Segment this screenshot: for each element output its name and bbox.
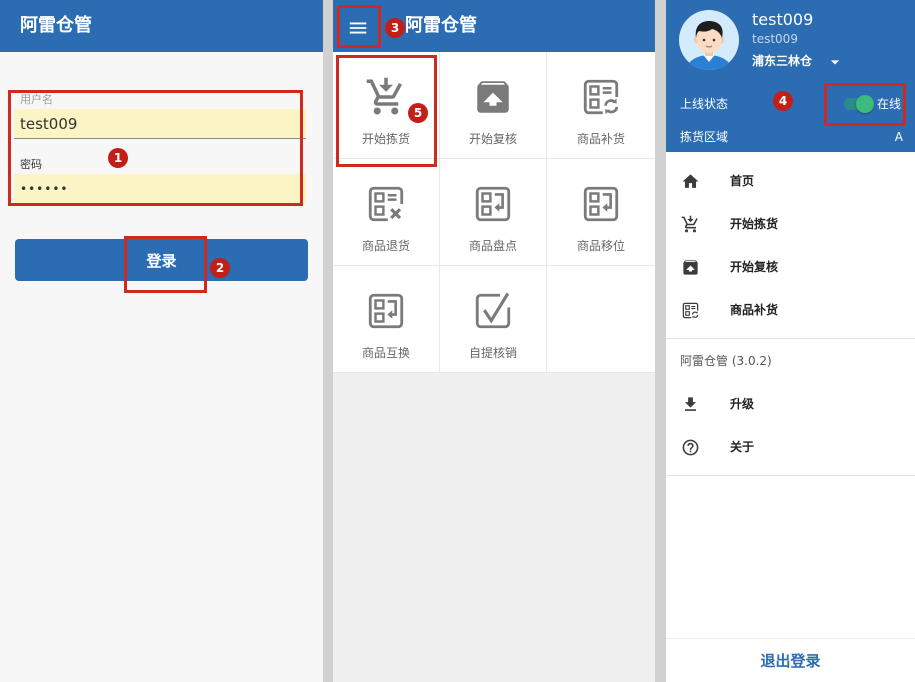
tile-label: 开始复核 (468, 132, 517, 146)
username-input[interactable]: test009 (14, 109, 306, 139)
tile-label: 商品移位 (576, 239, 625, 253)
cart-download-icon (681, 215, 700, 234)
drawer-item-label: 开始复核 (730, 260, 779, 274)
password-input[interactable]: •••••• (14, 174, 306, 204)
tile-swap[interactable]: 商品互换 (333, 266, 440, 373)
online-status-label: 上线状态 (680, 97, 729, 111)
password-label: 密码 (20, 158, 42, 171)
app-title: 阿雷仓管 (405, 15, 477, 36)
step-badge-2: 2 (210, 258, 230, 278)
tile-label: 商品补货 (576, 132, 625, 146)
navigation-drawer: test009 test009 浦东三林仓 上线状态 在线 拣货区域 A 首页 … (666, 0, 915, 682)
online-status-value: 在线 (877, 97, 902, 111)
drawer-item-replenish[interactable]: 商品补货 (666, 289, 915, 332)
drawer-header: test009 test009 浦东三林仓 上线状态 在线 拣货区域 A (666, 0, 915, 152)
login-button[interactable]: 登录 (15, 239, 308, 281)
user-avatar[interactable] (679, 10, 739, 70)
user-avatar-icon (679, 10, 739, 70)
drawer-item-about[interactable]: 关于 (666, 426, 915, 469)
drawer-item-label: 关于 (730, 440, 755, 454)
step-badge-4: 4 (773, 91, 793, 111)
username-label: 用户名 (20, 93, 53, 106)
step-badge-5: 5 (408, 103, 428, 123)
drawer-item-home[interactable]: 首页 (666, 160, 915, 203)
tile-empty (547, 266, 655, 373)
document-refresh-icon (681, 301, 700, 320)
document-refresh-icon (580, 76, 622, 118)
help-circle-icon (681, 438, 700, 457)
tile-stocktake[interactable]: 商品盘点 (440, 159, 547, 266)
drawer-item-label: 商品补货 (730, 303, 779, 317)
login-screen: 阿雷仓管 用户名 test009 密码 •••••• 登录 1 2 (0, 0, 323, 682)
online-toggle[interactable] (844, 94, 874, 114)
document-cancel-icon (365, 183, 407, 225)
tile-return-goods[interactable]: 商品退货 (333, 159, 440, 266)
logout-label: 退出登录 (760, 652, 821, 670)
tile-start-review[interactable]: 开始复核 (440, 52, 547, 159)
toggle-knob (856, 95, 874, 113)
unarchive-box-icon (472, 76, 514, 118)
tile-label: 自提核销 (468, 346, 517, 360)
warehouse-selector[interactable]: 浦东三林仓 (752, 54, 812, 69)
login-button-label: 登录 (146, 251, 177, 270)
pick-zone-value[interactable]: A (895, 129, 903, 145)
user-account: test009 (752, 32, 798, 46)
document-return-icon (472, 183, 514, 225)
document-check-icon (472, 290, 514, 332)
tile-replenish[interactable]: 商品补货 (547, 52, 655, 159)
home-app-bar: 阿雷仓管 (333, 0, 655, 52)
tile-label: 商品互换 (361, 346, 410, 360)
drawer-item-upgrade[interactable]: 升级 (666, 383, 915, 426)
drawer-item-label: 首页 (730, 174, 755, 188)
step-badge-1: 1 (108, 148, 128, 168)
drawer-item-label: 开始拣货 (730, 217, 779, 231)
user-name: test009 (752, 10, 814, 29)
download-icon (681, 395, 700, 414)
app-version: 阿雷仓管 (3.0.2) (680, 354, 772, 368)
document-return-icon (365, 290, 407, 332)
drawer-item-start-review[interactable]: 开始复核 (666, 246, 915, 289)
drawer-divider (666, 475, 915, 476)
caret-down-icon[interactable] (825, 52, 845, 72)
hamburger-menu-icon (347, 17, 369, 39)
step-badge-3: 3 (385, 18, 405, 38)
drawer-item-start-picking[interactable]: 开始拣货 (666, 203, 915, 246)
cart-download-icon (365, 76, 407, 118)
logout-button[interactable]: 退出登录 (666, 638, 915, 682)
menu-button[interactable] (347, 17, 369, 39)
tile-relocate[interactable]: 商品移位 (547, 159, 655, 266)
app-title: 阿雷仓管 (20, 15, 92, 36)
tile-pickup-verify[interactable]: 自提核销 (440, 266, 547, 373)
unarchive-box-icon (681, 258, 700, 277)
home-screen: 阿雷仓管 开始拣货 开始复核 商品补货 商品退货 商品盘点 商品移位 商品互换 … (333, 0, 655, 682)
tile-label: 商品盘点 (468, 239, 517, 253)
document-return-icon (580, 183, 622, 225)
home-icon (681, 172, 700, 191)
tile-label: 商品退货 (361, 239, 410, 253)
login-app-bar: 阿雷仓管 (0, 0, 323, 52)
tile-label: 开始拣货 (361, 132, 410, 146)
drawer-item-label: 升级 (730, 397, 755, 411)
pick-zone-label: 拣货区域 (680, 130, 729, 144)
drawer-divider (666, 338, 915, 339)
function-grid: 开始拣货 开始复核 商品补货 商品退货 商品盘点 商品移位 商品互换 自提核销 (333, 52, 655, 373)
